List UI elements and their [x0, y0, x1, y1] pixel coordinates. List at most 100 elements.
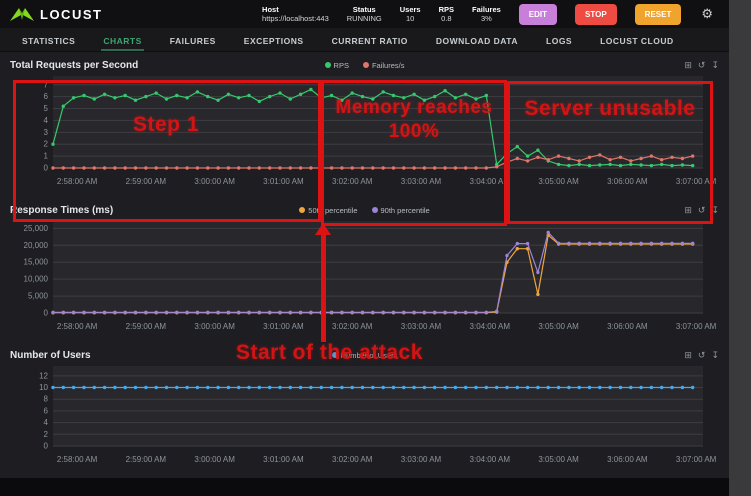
- status-stat: Status RUNNING: [347, 5, 382, 24]
- host-stat: Host https://localhost:443: [262, 5, 329, 24]
- rps-stat: RPS 0.8: [439, 5, 454, 24]
- svg-text:3:05:00 AM: 3:05:00 AM: [538, 322, 579, 331]
- tab-logs[interactable]: LOGS: [544, 29, 574, 51]
- svg-text:2:58:00 AM: 2:58:00 AM: [57, 455, 98, 464]
- charts-page: Total Requests per Second RPS Failures/s…: [0, 52, 729, 474]
- tab-statistics[interactable]: STATISTICS: [20, 29, 77, 51]
- svg-text:3: 3: [44, 128, 49, 137]
- tab-locust-cloud[interactable]: LOCUST CLOUD: [598, 29, 676, 51]
- svg-text:3:04:00 AM: 3:04:00 AM: [470, 177, 511, 186]
- tab-download-data[interactable]: DOWNLOAD DATA: [434, 29, 520, 51]
- status-label: Status: [347, 5, 382, 14]
- svg-text:3:04:00 AM: 3:04:00 AM: [470, 322, 511, 331]
- tab-charts[interactable]: CHARTS: [101, 29, 143, 51]
- svg-text:12: 12: [39, 371, 48, 380]
- svg-text:3:07:00 AM: 3:07:00 AM: [676, 455, 717, 464]
- svg-text:3:03:00 AM: 3:03:00 AM: [401, 455, 442, 464]
- svg-text:10: 10: [39, 383, 48, 392]
- legend-item-50th[interactable]: 50th percentile: [299, 206, 357, 215]
- svg-text:5: 5: [44, 104, 49, 113]
- users-legend: Number of Users: [10, 351, 719, 360]
- gear-icon[interactable]: ⚙: [701, 6, 713, 22]
- svg-text:2:58:00 AM: 2:58:00 AM: [57, 322, 98, 331]
- svg-text:4: 4: [44, 116, 49, 125]
- svg-text:3:02:00 AM: 3:02:00 AM: [332, 455, 373, 464]
- legend-item-90th[interactable]: 90th percentile: [372, 206, 430, 215]
- svg-text:3:04:00 AM: 3:04:00 AM: [470, 455, 511, 464]
- rps-panel-header: Total Requests per Second RPS Failures/s…: [10, 58, 719, 72]
- svg-text:3:01:00 AM: 3:01:00 AM: [263, 322, 304, 331]
- svg-text:2:59:00 AM: 2:59:00 AM: [126, 455, 167, 464]
- svg-text:3:06:00 AM: 3:06:00 AM: [607, 177, 648, 186]
- svg-text:2:59:00 AM: 2:59:00 AM: [126, 322, 167, 331]
- p90-legend-label: 90th percentile: [381, 206, 430, 215]
- stop-button[interactable]: STOP: [575, 4, 617, 25]
- svg-text:3:00:00 AM: 3:00:00 AM: [194, 177, 235, 186]
- rps-legend-label: RPS: [334, 61, 349, 70]
- svg-text:15,000: 15,000: [24, 258, 49, 267]
- svg-text:0: 0: [44, 164, 49, 173]
- users-value: 10: [400, 14, 421, 23]
- tab-current-ratio[interactable]: CURRENT RATIO: [330, 29, 410, 51]
- svg-text:10,000: 10,000: [24, 275, 49, 284]
- svg-text:0: 0: [44, 442, 49, 451]
- rps-chart: 012345672:58:00 AM2:59:00 AM3:00:00 AM3:…: [7, 72, 721, 196]
- svg-text:3:07:00 AM: 3:07:00 AM: [676, 177, 717, 186]
- svg-text:6: 6: [44, 92, 49, 101]
- host-label: Host: [262, 5, 329, 14]
- p90-legend-dot: [372, 207, 378, 213]
- locust-logo: LOCUST: [10, 7, 102, 22]
- rps-legend-dot: [325, 62, 331, 68]
- svg-text:1: 1: [44, 152, 49, 161]
- response-times-legend: 50th percentile 90th percentile: [10, 206, 719, 215]
- status-value: RUNNING: [347, 14, 382, 23]
- svg-text:3:02:00 AM: 3:02:00 AM: [332, 322, 373, 331]
- svg-text:3:00:00 AM: 3:00:00 AM: [194, 322, 235, 331]
- svg-text:3:03:00 AM: 3:03:00 AM: [401, 177, 442, 186]
- users-panel-header: Number of Users Number of Users ⊞ ↺ ↧: [10, 348, 719, 362]
- svg-text:6: 6: [44, 406, 49, 415]
- host-value: https://localhost:443: [262, 14, 329, 23]
- p50-legend-label: 50th percentile: [308, 206, 357, 215]
- response-times-panel-header: Response Times (ms) 50th percentile 90th…: [10, 203, 719, 217]
- app-title: LOCUST: [40, 7, 102, 22]
- svg-text:2:59:00 AM: 2:59:00 AM: [126, 177, 167, 186]
- legend-item-failures[interactable]: Failures/s: [363, 61, 405, 70]
- failures-value: 3%: [472, 14, 501, 23]
- failures-stat: Failures 3%: [472, 5, 501, 24]
- svg-text:2:58:00 AM: 2:58:00 AM: [57, 177, 98, 186]
- users-legend-label: Number of Users: [341, 351, 398, 360]
- response-times-chart: 05,00010,00015,00020,00025,0002:58:00 AM…: [7, 217, 721, 341]
- failures-label: Failures: [472, 5, 501, 14]
- svg-text:4: 4: [44, 418, 49, 427]
- header-stats: Host https://localhost:443 Status RUNNIN…: [262, 4, 719, 25]
- users-stat: Users 10: [400, 5, 421, 24]
- p50-legend-dot: [299, 207, 305, 213]
- svg-text:7: 7: [44, 80, 49, 89]
- legend-item-users[interactable]: Number of Users: [332, 351, 398, 360]
- svg-text:25,000: 25,000: [24, 224, 49, 233]
- edit-button[interactable]: EDIT: [519, 4, 557, 25]
- svg-text:3:05:00 AM: 3:05:00 AM: [538, 177, 579, 186]
- svg-text:3:02:00 AM: 3:02:00 AM: [332, 177, 373, 186]
- svg-text:3:07:00 AM: 3:07:00 AM: [676, 322, 717, 331]
- svg-text:20,000: 20,000: [24, 241, 49, 250]
- svg-text:3:00:00 AM: 3:00:00 AM: [194, 455, 235, 464]
- failures-legend-label: Failures/s: [372, 61, 405, 70]
- top-bar: LOCUST Host https://localhost:443 Status…: [0, 0, 729, 28]
- tab-exceptions[interactable]: EXCEPTIONS: [242, 29, 306, 51]
- svg-text:5,000: 5,000: [28, 292, 49, 301]
- svg-text:3:03:00 AM: 3:03:00 AM: [401, 322, 442, 331]
- users-label: Users: [400, 5, 421, 14]
- svg-text:3:05:00 AM: 3:05:00 AM: [538, 455, 579, 464]
- rps-legend: RPS Failures/s: [10, 61, 719, 70]
- legend-item-rps[interactable]: RPS: [325, 61, 349, 70]
- footer-bar: [0, 478, 729, 496]
- reset-button[interactable]: RESET: [635, 4, 682, 25]
- rps-value: 0.8: [439, 14, 454, 23]
- nav-tabs: STATISTICS CHARTS FAILURES EXCEPTIONS CU…: [0, 28, 729, 52]
- tab-failures[interactable]: FAILURES: [168, 29, 218, 51]
- users-chart: 0246810122:58:00 AM2:59:00 AM3:00:00 AM3…: [7, 362, 721, 474]
- locust-app: LOCUST Host https://localhost:443 Status…: [0, 0, 729, 496]
- users-legend-dot: [332, 352, 338, 358]
